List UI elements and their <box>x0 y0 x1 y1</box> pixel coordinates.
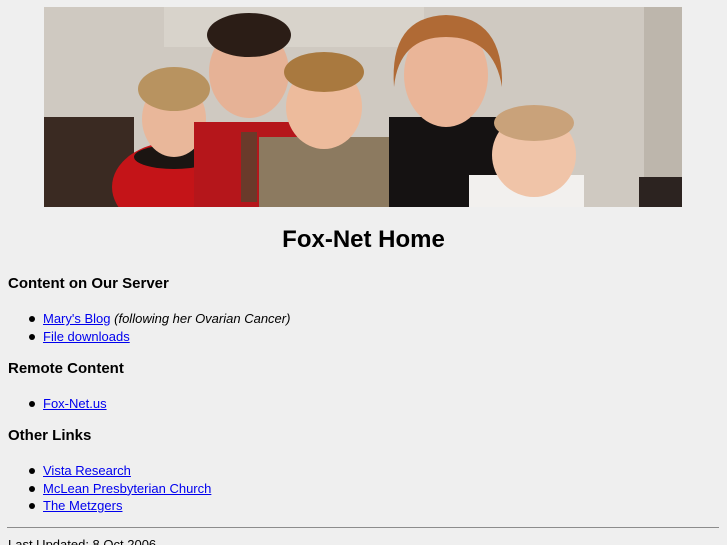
section-heading-other: Other Links <box>8 427 92 444</box>
other-links-list: Vista Research McLean Presbyterian Churc… <box>0 462 211 515</box>
bullet-icon <box>29 333 35 340</box>
server-links-list: Mary's Blog (following her Ovarian Cance… <box>0 310 290 345</box>
footer-divider <box>7 527 719 528</box>
list-item: Fox-Net.us <box>0 395 107 413</box>
fox-net-us-link[interactable]: Fox-Net.us <box>43 396 107 411</box>
marys-blog-link[interactable]: Mary's Blog <box>43 311 111 326</box>
list-item: The Metzgers <box>0 497 211 515</box>
list-item: Mary's Blog (following her Ovarian Cance… <box>0 310 290 328</box>
remote-links-list: Fox-Net.us <box>0 395 107 413</box>
page-title: Fox-Net Home <box>282 226 445 253</box>
file-downloads-link[interactable]: File downloads <box>43 329 130 344</box>
list-item: McLean Presbyterian Church <box>0 480 211 498</box>
bullet-icon <box>29 503 35 509</box>
list-item: Vista Research <box>0 462 211 480</box>
bullet-icon <box>29 485 35 492</box>
marys-blog-note: (following her Ovarian Cancer) <box>114 311 291 326</box>
list-item: File downloads <box>0 328 290 346</box>
section-heading-remote: Remote Content <box>8 360 124 377</box>
bullet-icon <box>29 316 35 322</box>
page: Fox-Net Home Content on Our Server Mary'… <box>0 0 727 545</box>
bullet-icon <box>29 468 35 474</box>
vista-research-link[interactable]: Vista Research <box>43 463 131 478</box>
section-heading-server: Content on Our Server <box>8 275 169 292</box>
the-metzgers-link[interactable]: The Metzgers <box>43 498 122 513</box>
bullet-icon <box>29 401 35 407</box>
last-updated-text: Last Updated: 8 Oct 2006 <box>8 537 157 545</box>
mclean-church-link[interactable]: McLean Presbyterian Church <box>43 481 211 496</box>
family-photo <box>44 7 682 207</box>
